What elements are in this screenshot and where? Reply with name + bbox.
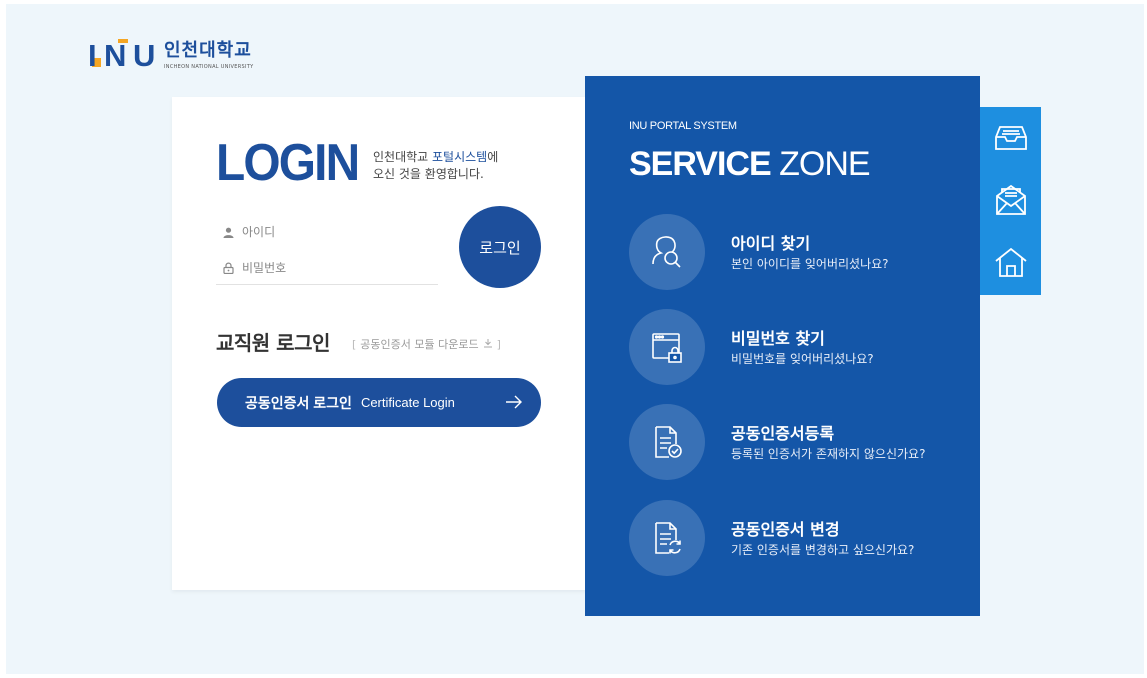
mail-icon[interactable] [980, 169, 1041, 231]
welcome-post: 에 [487, 150, 499, 164]
field-divider [216, 284, 438, 285]
staff-login-title: 교직원 로그인 [216, 331, 330, 355]
find-id-icon [629, 214, 705, 290]
service-item-title: 비밀번호 찾기 [731, 329, 825, 348]
logo-letter-i: I [88, 38, 97, 73]
service-item-cert-change[interactable]: 공동인증서 변경 기존 인증서를 변경하고 싶으신가요? [629, 500, 949, 576]
welcome-highlight: 포털시스템 [432, 150, 488, 164]
password-field [222, 257, 438, 279]
service-item-desc: 등록된 인증서가 존재하지 않으신가요? [731, 447, 926, 461]
service-subtitle: INU PORTAL SYSTEM [629, 120, 737, 132]
welcome-pre: 인천대학교 [373, 150, 433, 164]
certificate-register-icon [629, 404, 705, 480]
cert-button-label-en: Certificate Login [360, 395, 455, 410]
service-item-desc: 비밀번호를 잊어버리셨나요? [731, 352, 874, 366]
welcome-line2: 오신 것을 환영합니다. [373, 167, 484, 181]
lock-icon [222, 262, 234, 274]
find-password-icon [629, 309, 705, 385]
service-item-desc: 본인 아이디를 잊어버리셨나요? [731, 257, 889, 271]
certificate-login-button[interactable]: 공동인증서 로그인 Certificate Login [217, 378, 541, 427]
cert-download-link[interactable]: [ 공동인증서 모듈 다운로드 ] [352, 336, 501, 352]
service-title-bold: SERVICE [629, 145, 772, 183]
logo-mark: I N U [88, 36, 160, 76]
service-item-title: 공동인증서 변경 [731, 520, 840, 539]
service-title: SERVICE ZONE [629, 144, 871, 184]
logo-name-kr: 인천대학교 [164, 40, 252, 61]
quick-link-bar [980, 107, 1041, 295]
login-panel: LOGIN 인천대학교 포털시스템에 오신 것을 환영합니다. 로그인 교직원 … [172, 97, 586, 590]
login-button[interactable]: 로그인 [459, 206, 541, 288]
service-item-desc: 기존 인증서를 변경하고 싶으신가요? [731, 543, 915, 557]
home-icon[interactable] [980, 231, 1041, 293]
service-title-light: ZONE [770, 145, 870, 183]
password-input[interactable] [242, 261, 432, 275]
login-title: LOGIN [216, 134, 360, 192]
service-item-find-id[interactable]: 아이디 찾기 본인 아이디를 잊어버리셨나요? [629, 214, 949, 290]
logo-letter-u: U [133, 38, 156, 73]
id-field [222, 221, 438, 243]
service-item-cert-register[interactable]: 공동인증서등록 등록된 인증서가 존재하지 않으신가요? [629, 404, 949, 480]
service-zone-panel: INU PORTAL SYSTEM SERVICE ZONE 아이디 찾기 본인… [585, 76, 980, 616]
cert-download-label: 공동인증서 모듈 다운로드 [360, 338, 479, 351]
download-icon [483, 338, 493, 351]
certificate-change-icon [629, 500, 705, 576]
logo-letter-n: N [104, 38, 127, 73]
arrow-right-icon [503, 391, 525, 413]
service-item-find-password[interactable]: 비밀번호 찾기 비밀번호를 잊어버리셨나요? [629, 309, 949, 385]
logo-name-en: INCHEON NATIONAL UNIVERSITY [164, 64, 254, 70]
university-logo[interactable]: I N U 인천대학교 INCHEON NATIONAL UNIVERSITY [88, 36, 253, 76]
service-item-title: 공동인증서등록 [731, 424, 835, 443]
user-icon [222, 226, 234, 238]
inbox-icon[interactable] [980, 107, 1041, 169]
cert-button-label-kr: 공동인증서 로그인 [245, 394, 352, 411]
service-item-title: 아이디 찾기 [731, 234, 811, 253]
id-input[interactable] [242, 225, 432, 239]
welcome-message: 인천대학교 포털시스템에 오신 것을 환영합니다. [373, 149, 498, 183]
